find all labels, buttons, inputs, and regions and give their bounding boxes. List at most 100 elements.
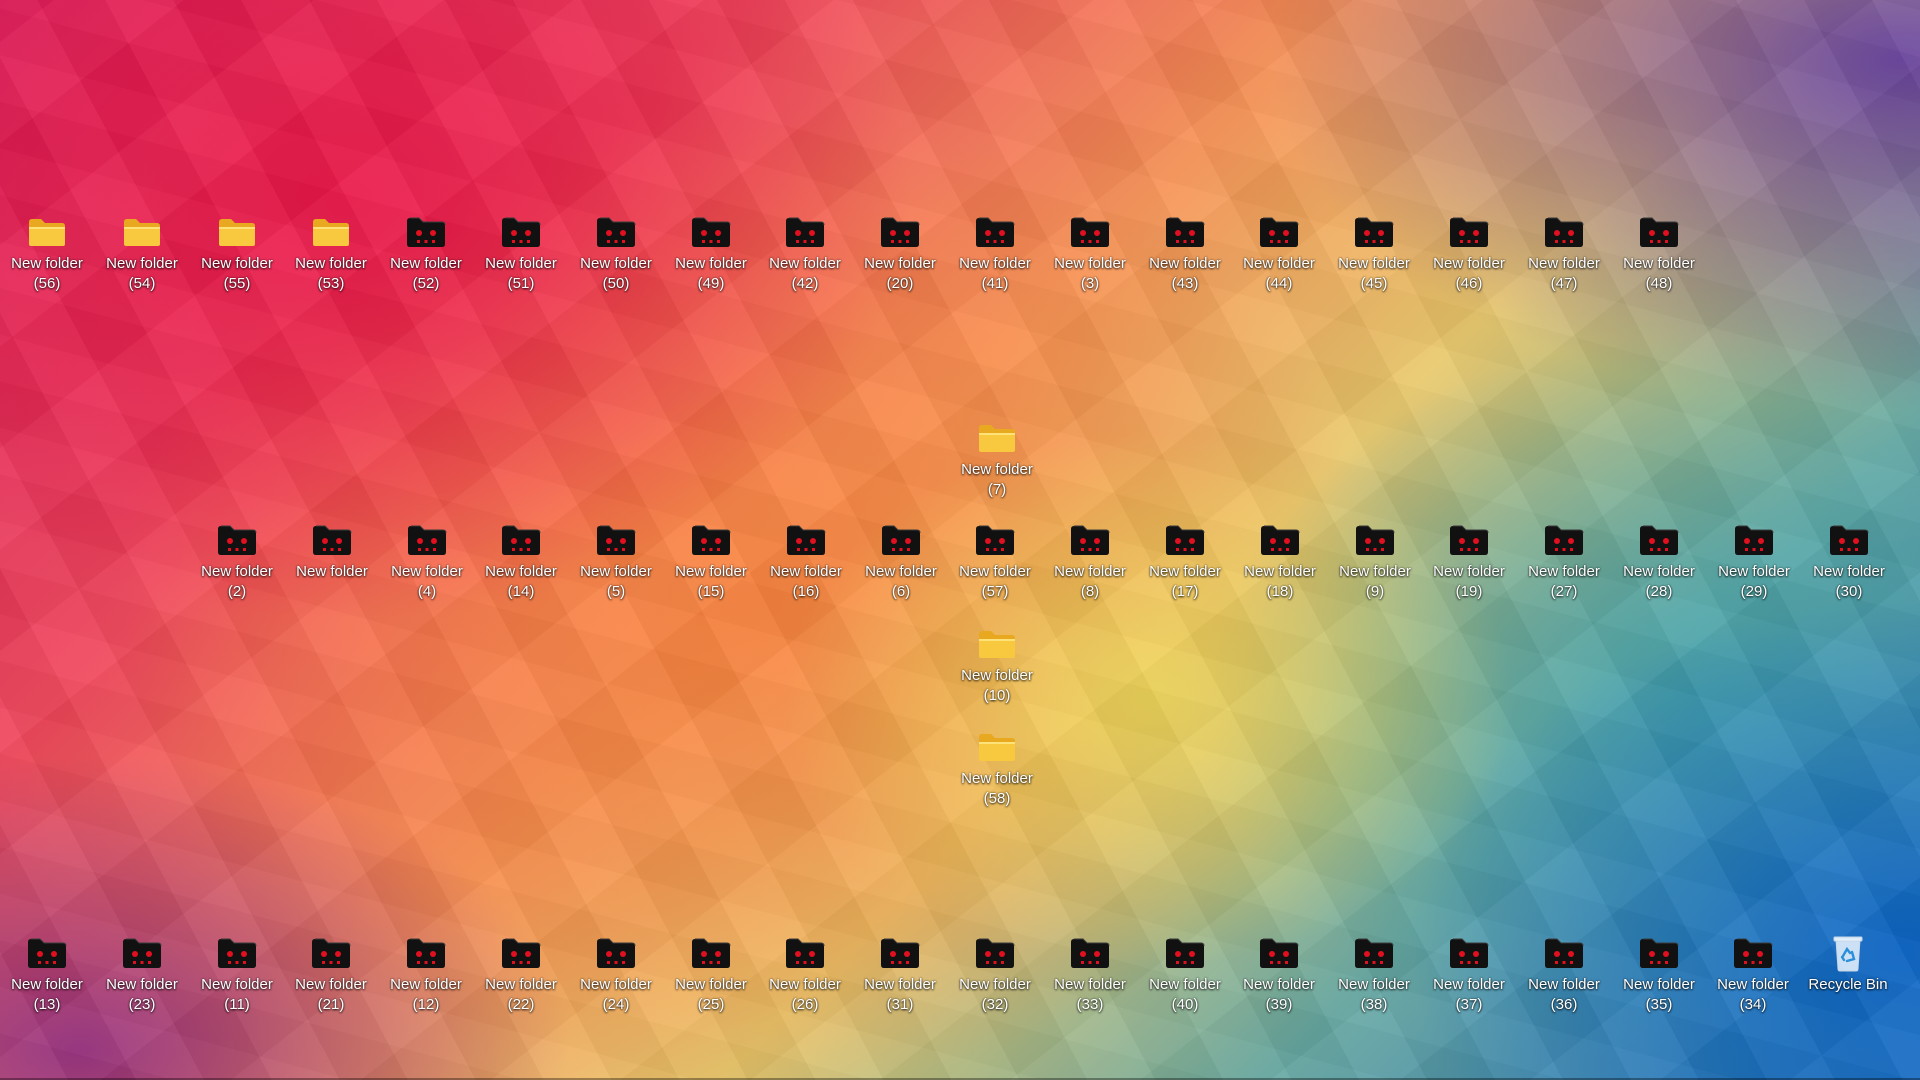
desktop-icon-new-folder-38[interactable]: New folder (38) xyxy=(1329,929,1419,1021)
desktop-icon-new-folder-30[interactable]: New folder (30) xyxy=(1804,516,1894,608)
desktop-icon-new-folder-50[interactable]: New folder (50) xyxy=(571,208,661,300)
desktop-icon-new-folder-18[interactable]: New folder (18) xyxy=(1235,516,1325,608)
desktop-icon-new-folder-26[interactable]: New folder (26) xyxy=(760,929,850,1021)
desktop-icon-new-folder-44[interactable]: New folder (44) xyxy=(1234,208,1324,300)
desktop-icon-new-folder-16[interactable]: New folder (16) xyxy=(761,516,851,608)
red-eye-folder-icon xyxy=(1258,522,1302,558)
desktop-icon-new-folder-39[interactable]: New folder (39) xyxy=(1234,929,1324,1021)
desktop-icon-label: New folder (45) xyxy=(1338,255,1410,292)
desktop-icon-label: New folder (40) xyxy=(1149,976,1221,1013)
red-eye-folder-icon xyxy=(309,935,353,971)
desktop-icon-new-folder-20[interactable]: New folder (20) xyxy=(855,208,945,300)
red-eye-folder-icon xyxy=(1163,522,1207,558)
desktop-icon-label: New folder xyxy=(296,563,368,580)
desktop-icon-new-folder-12[interactable]: New folder (12) xyxy=(381,929,471,1021)
desktop-icon-label: New folder (43) xyxy=(1149,255,1221,292)
desktop-icon-new-folder-57[interactable]: New folder (57) xyxy=(950,516,1040,608)
desktop-icon-new-folder-35[interactable]: New folder (35) xyxy=(1614,929,1704,1021)
desktop-icon-label: New folder (5) xyxy=(580,563,652,600)
desktop-icon-new-folder-13[interactable]: New folder (13) xyxy=(2,929,92,1021)
red-eye-folder-icon xyxy=(973,935,1017,971)
desktop-icon-new-folder-31[interactable]: New folder (31) xyxy=(855,929,945,1021)
desktop-icon-new-folder-3[interactable]: New folder (3) xyxy=(1045,208,1135,300)
desktop-icon-new-folder-43[interactable]: New folder (43) xyxy=(1140,208,1230,300)
desktop-icon-new-folder-11[interactable]: New folder (11) xyxy=(192,929,282,1021)
desktop-icon-new-folder-49[interactable]: New folder (49) xyxy=(666,208,756,300)
desktop-icon-label: New folder (55) xyxy=(201,255,273,292)
desktop-icon-new-folder-10[interactable]: New folder (10) xyxy=(952,620,1042,712)
desktop-icon-new-folder-28[interactable]: New folder (28) xyxy=(1614,516,1704,608)
desktop-icon-recycle-bin[interactable]: Recycle Bin xyxy=(1803,929,1893,1021)
desktop-icon-new-folder[interactable]: New folder xyxy=(287,516,377,608)
desktop-icon-label: New folder (44) xyxy=(1243,255,1315,292)
desktop-icon-label: New folder (12) xyxy=(390,976,462,1013)
desktop-area[interactable]: New folder (56) New folder (54) New folder… xyxy=(0,0,1920,1080)
desktop-icon-new-folder-40[interactable]: New folder (40) xyxy=(1140,929,1230,1021)
desktop-icon-new-folder-52[interactable]: New folder (52) xyxy=(381,208,471,300)
desktop-icon-new-folder-17[interactable]: New folder (17) xyxy=(1140,516,1230,608)
desktop-icon-new-folder-51[interactable]: New folder (51) xyxy=(476,208,566,300)
red-eye-folder-icon xyxy=(783,935,827,971)
desktop-icon-new-folder-47[interactable]: New folder (47) xyxy=(1519,208,1609,300)
desktop-icon-new-folder-5[interactable]: New folder (5) xyxy=(571,516,661,608)
folder-icon xyxy=(215,214,259,250)
desktop-icon-new-folder-8[interactable]: New folder (8) xyxy=(1045,516,1135,608)
desktop-icon-new-folder-7[interactable]: New folder (7) xyxy=(952,414,1042,506)
desktop-icon-new-folder-34[interactable]: New folder (34) xyxy=(1708,929,1798,1021)
desktop-icon-new-folder-9[interactable]: New folder (9) xyxy=(1330,516,1420,608)
desktop-icon-new-folder-6[interactable]: New folder (6) xyxy=(856,516,946,608)
desktop-icon-new-folder-48[interactable]: New folder (48) xyxy=(1614,208,1704,300)
desktop-icon-new-folder-33[interactable]: New folder (33) xyxy=(1045,929,1135,1021)
desktop-icon-label: New folder (52) xyxy=(390,255,462,292)
desktop-icon-label: New folder (25) xyxy=(675,976,747,1013)
red-eye-folder-icon xyxy=(1068,214,1112,250)
red-eye-folder-icon xyxy=(215,935,259,971)
desktop-icon-new-folder-56[interactable]: New folder (56) xyxy=(2,208,92,300)
desktop-icon-new-folder-41[interactable]: New folder (41) xyxy=(950,208,1040,300)
red-eye-folder-icon xyxy=(310,522,354,558)
red-eye-folder-icon xyxy=(404,214,448,250)
desktop-icon-label: New folder (32) xyxy=(959,976,1031,1013)
desktop-icon-new-folder-58[interactable]: New folder (58) xyxy=(952,723,1042,815)
red-eye-folder-icon xyxy=(1163,214,1207,250)
desktop-icon-new-folder-37[interactable]: New folder (37) xyxy=(1424,929,1514,1021)
desktop-icon-label: New folder (30) xyxy=(1813,563,1885,600)
red-eye-folder-icon xyxy=(973,522,1017,558)
desktop-icon-new-folder-24[interactable]: New folder (24) xyxy=(571,929,661,1021)
desktop-icon-new-folder-19[interactable]: New folder (19) xyxy=(1424,516,1514,608)
desktop-icon-label: New folder (16) xyxy=(770,563,842,600)
desktop-icon-new-folder-27[interactable]: New folder (27) xyxy=(1519,516,1609,608)
desktop-icon-new-folder-21[interactable]: New folder (21) xyxy=(286,929,376,1021)
desktop-icon-new-folder-25[interactable]: New folder (25) xyxy=(666,929,756,1021)
desktop-icon-new-folder-15[interactable]: New folder (15) xyxy=(666,516,756,608)
desktop-icon-label: New folder (35) xyxy=(1623,976,1695,1013)
red-eye-folder-icon xyxy=(1637,522,1681,558)
desktop-icon-new-folder-32[interactable]: New folder (32) xyxy=(950,929,1040,1021)
desktop-icon-new-folder-55[interactable]: New folder (55) xyxy=(192,208,282,300)
desktop-icon-label: New folder (54) xyxy=(106,255,178,292)
desktop-icon-new-folder-36[interactable]: New folder (36) xyxy=(1519,929,1609,1021)
desktop-icon-new-folder-23[interactable]: New folder (23) xyxy=(97,929,187,1021)
desktop-icon-new-folder-53[interactable]: New folder (53) xyxy=(286,208,376,300)
desktop-icon-new-folder-54[interactable]: New folder (54) xyxy=(97,208,187,300)
folder-icon xyxy=(975,420,1019,456)
desktop-icon-label: New folder (22) xyxy=(485,976,557,1013)
red-eye-folder-icon xyxy=(499,935,543,971)
desktop-icon-new-folder-4[interactable]: New folder (4) xyxy=(382,516,472,608)
desktop-icon-new-folder-29[interactable]: New folder (29) xyxy=(1709,516,1799,608)
desktop-icon-label: New folder (57) xyxy=(959,563,1031,600)
desktop-icon-new-folder-2[interactable]: New folder (2) xyxy=(192,516,282,608)
desktop-icon-new-folder-46[interactable]: New folder (46) xyxy=(1424,208,1514,300)
desktop-icon-new-folder-45[interactable]: New folder (45) xyxy=(1329,208,1419,300)
desktop-icon-label: New folder (23) xyxy=(106,976,178,1013)
desktop-icon-label: New folder (58) xyxy=(961,770,1033,807)
desktop-icon-new-folder-22[interactable]: New folder (22) xyxy=(476,929,566,1021)
desktop-icon-label: New folder (15) xyxy=(675,563,747,600)
folder-icon xyxy=(975,729,1019,765)
red-eye-folder-icon xyxy=(783,214,827,250)
red-eye-folder-icon xyxy=(1352,935,1396,971)
desktop-icon-new-folder-42[interactable]: New folder (42) xyxy=(760,208,850,300)
desktop-icon-label: New folder (53) xyxy=(295,255,367,292)
desktop-icon-new-folder-14[interactable]: New folder (14) xyxy=(476,516,566,608)
desktop-icon-label: New folder (38) xyxy=(1338,976,1410,1013)
